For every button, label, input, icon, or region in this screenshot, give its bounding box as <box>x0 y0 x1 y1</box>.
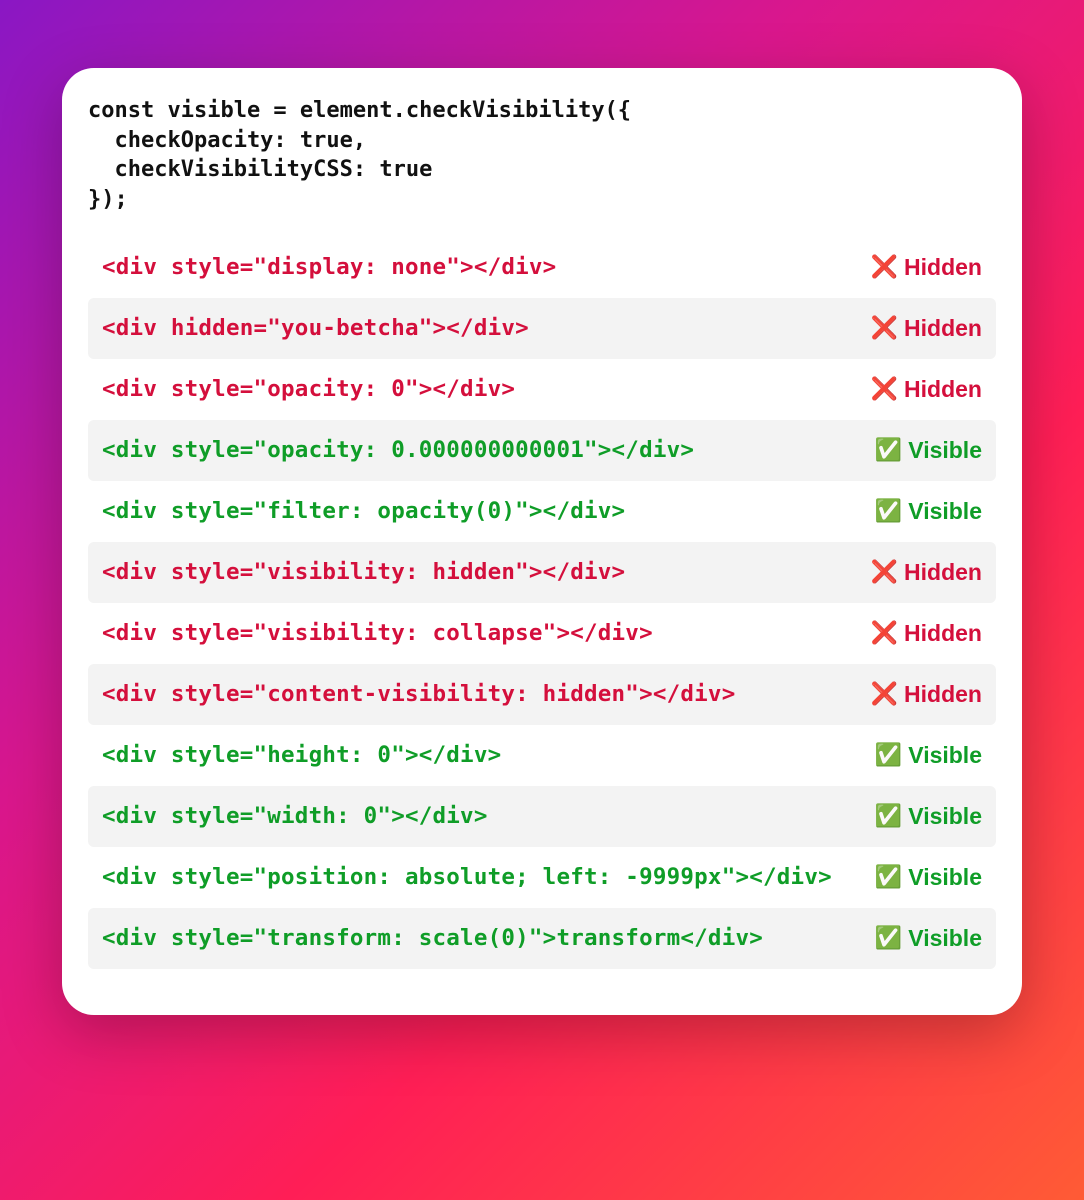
code-snippet: <div hidden="you-betcha"></div> <box>102 315 529 341</box>
result-row: <div style="display: none"></div> ❌ Hidden <box>88 237 996 298</box>
result-row: <div style="filter: opacity(0)"></div> ✅ V… <box>88 481 996 542</box>
status-visible: ✅ Visible <box>867 742 982 769</box>
status-hidden: ❌ Hidden <box>863 681 982 708</box>
check-icon: ✅ <box>875 866 902 888</box>
status-visible: ✅ Visible <box>867 864 982 891</box>
result-row: <div style="transform: scale(0)">transfo… <box>88 908 996 969</box>
info-card: const visible = element.checkVisibility(… <box>62 68 1022 1015</box>
cross-icon: ❌ <box>871 256 898 278</box>
status-visible: ✅ Visible <box>867 925 982 952</box>
status-label: Hidden <box>904 620 982 647</box>
code-snippet: <div style="position: absolute; left: -9… <box>102 864 832 890</box>
status-hidden: ❌ Hidden <box>863 315 982 342</box>
code-snippet: <div style="visibility: collapse"></div> <box>102 620 653 646</box>
status-visible: ✅ Visible <box>867 437 982 464</box>
result-row: <div style="opacity: 0"></div> ❌ Hidden <box>88 359 996 420</box>
check-icon: ✅ <box>875 744 902 766</box>
code-snippet: <div style="transform: scale(0)">transfo… <box>102 925 763 951</box>
result-row: <div style="opacity: 0.000000000001"></d… <box>88 420 996 481</box>
check-icon: ✅ <box>875 500 902 522</box>
check-icon: ✅ <box>875 805 902 827</box>
status-visible: ✅ Visible <box>867 803 982 830</box>
code-snippet: <div style="opacity: 0.000000000001"></d… <box>102 437 694 463</box>
status-label: Visible <box>908 742 982 769</box>
result-row: <div style="position: absolute; left: -9… <box>88 847 996 908</box>
code-block: const visible = element.checkVisibility(… <box>88 96 996 215</box>
code-snippet: <div style="height: 0"></div> <box>102 742 501 768</box>
code-snippet: <div style="display: none"></div> <box>102 254 556 280</box>
result-row: <div style="visibility: collapse"></div>… <box>88 603 996 664</box>
code-snippet: <div style="width: 0"></div> <box>102 803 488 829</box>
status-label: Hidden <box>904 681 982 708</box>
result-row: <div style="visibility: hidden"></div> ❌ H… <box>88 542 996 603</box>
status-label: Visible <box>908 437 982 464</box>
result-row: <div style="width: 0"></div> ✅ Visible <box>88 786 996 847</box>
status-label: Visible <box>908 803 982 830</box>
code-snippet: <div style="filter: opacity(0)"></div> <box>102 498 625 524</box>
status-label: Visible <box>908 498 982 525</box>
status-hidden: ❌ Hidden <box>863 376 982 403</box>
cross-icon: ❌ <box>871 378 898 400</box>
result-row: <div style="height: 0"></div> ✅ Visible <box>88 725 996 786</box>
status-label: Visible <box>908 864 982 891</box>
status-visible: ✅ Visible <box>867 498 982 525</box>
status-hidden: ❌ Hidden <box>863 620 982 647</box>
status-label: Hidden <box>904 559 982 586</box>
check-icon: ✅ <box>875 927 902 949</box>
code-snippet: <div style="visibility: hidden"></div> <box>102 559 625 585</box>
status-label: Visible <box>908 925 982 952</box>
status-label: Hidden <box>904 254 982 281</box>
status-hidden: ❌ Hidden <box>863 559 982 586</box>
result-row: <div hidden="you-betcha"></div> ❌ Hidden <box>88 298 996 359</box>
check-icon: ✅ <box>875 439 902 461</box>
status-label: Hidden <box>904 315 982 342</box>
result-rows: <div style="display: none"></div> ❌ Hidden… <box>88 237 996 969</box>
code-snippet: <div style="opacity: 0"></div> <box>102 376 515 402</box>
status-hidden: ❌ Hidden <box>863 254 982 281</box>
cross-icon: ❌ <box>871 561 898 583</box>
cross-icon: ❌ <box>871 317 898 339</box>
code-snippet: <div style="content-visibility: hidden">… <box>102 681 735 707</box>
cross-icon: ❌ <box>871 622 898 644</box>
cross-icon: ❌ <box>871 683 898 705</box>
status-label: Hidden <box>904 376 982 403</box>
result-row: <div style="content-visibility: hidden">… <box>88 664 996 725</box>
